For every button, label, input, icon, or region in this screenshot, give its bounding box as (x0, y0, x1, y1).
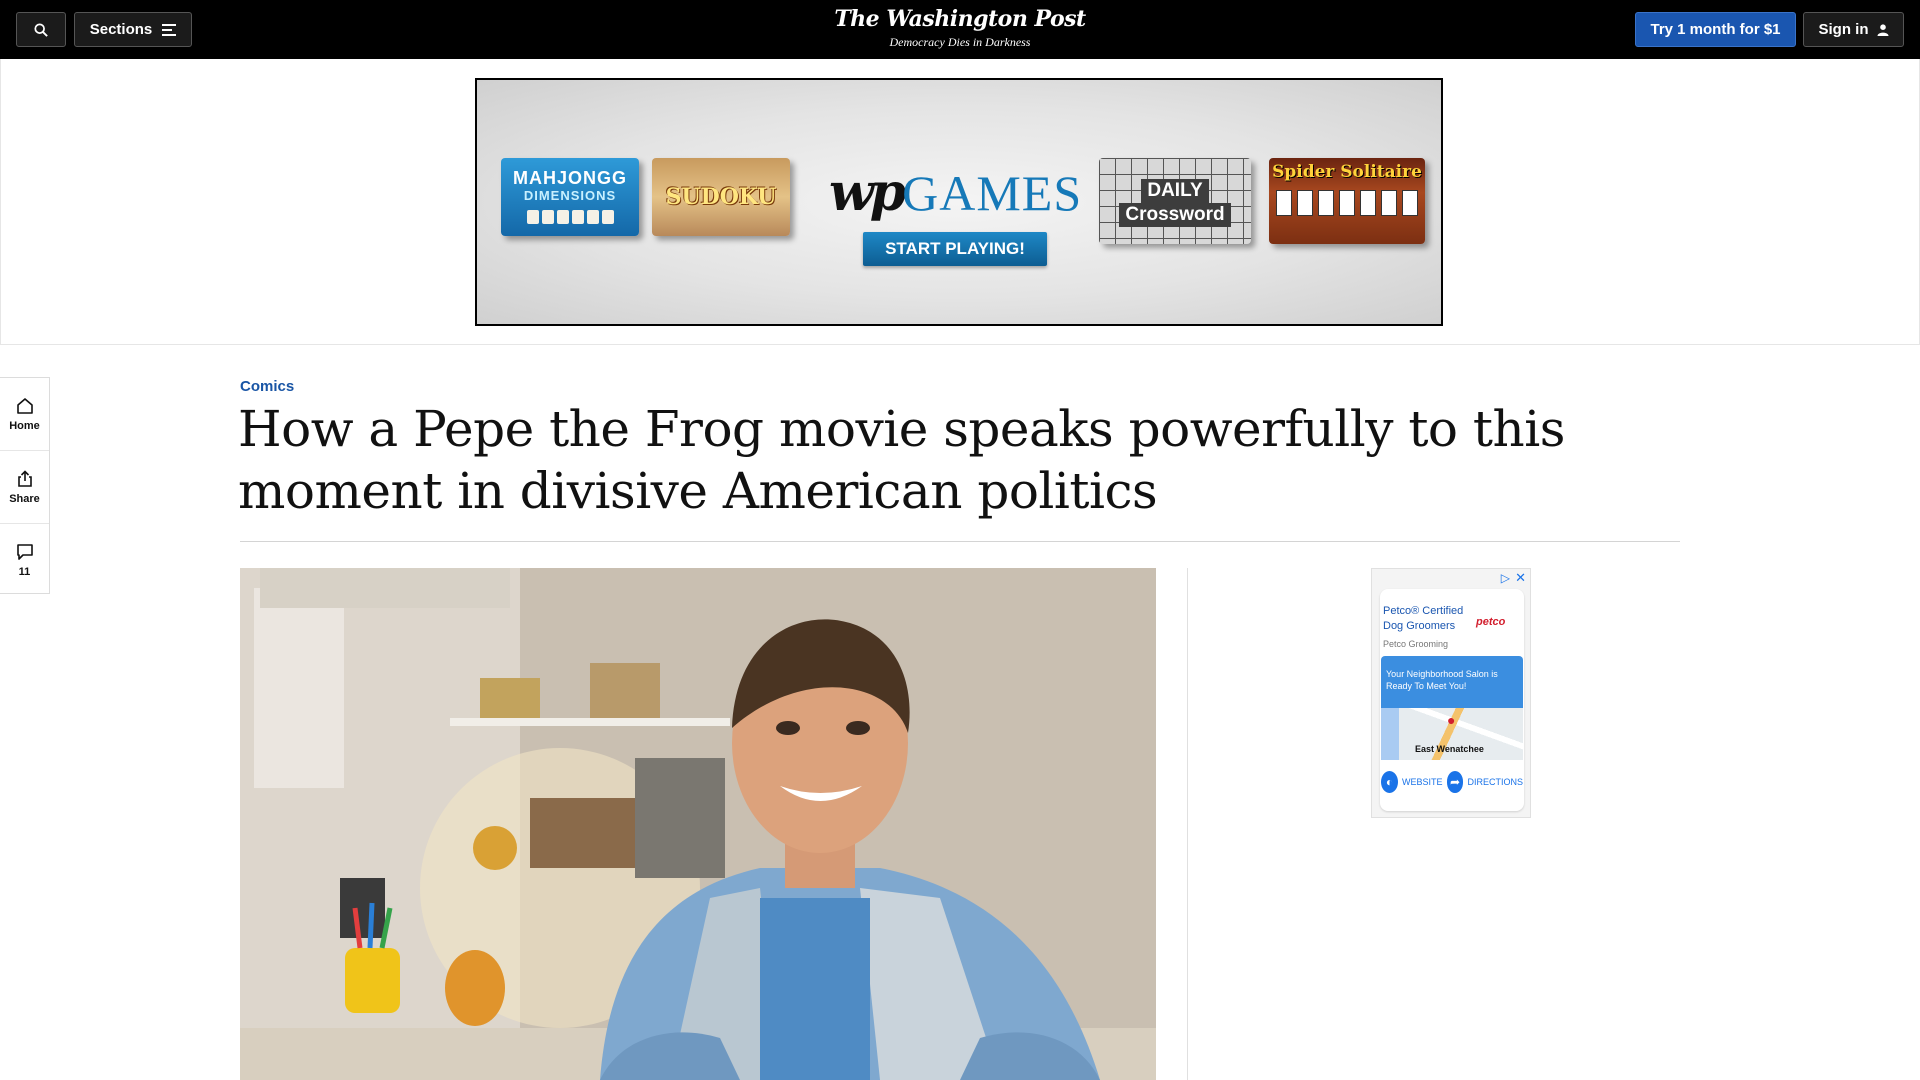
petco-ad-title[interactable]: Petco® Certified Dog Groomers (1383, 604, 1473, 634)
solitaire-cards (1276, 190, 1418, 216)
wp-monogram: wp (829, 162, 906, 223)
start-playing-button[interactable]: START PLAYING! (863, 232, 1047, 266)
website-icon[interactable]: ◐ (1381, 771, 1398, 793)
close-ad-icon[interactable]: ✕ (1515, 570, 1526, 586)
masthead[interactable]: The Washington Post Democracy Dies in Da… (810, 5, 1110, 50)
home-button[interactable]: Home (0, 378, 49, 451)
share-button[interactable]: Share (0, 451, 49, 524)
petco-ad-subtitle: Petco Grooming (1383, 639, 1449, 649)
sign-in-button[interactable]: Sign in (1803, 12, 1904, 47)
crossword-label-line2: Crossword (1119, 203, 1231, 227)
mahjongg-title: MAHJONGG (512, 168, 627, 188)
directions-link[interactable]: DIRECTIONS (1467, 777, 1523, 787)
mahjongg-subtitle: DIMENSIONS (523, 188, 617, 203)
daily-crossword-tile[interactable]: DAILY Crossword (1099, 158, 1251, 244)
search-button[interactable] (16, 12, 66, 47)
lead-photo-illustration (240, 568, 1156, 1080)
sign-in-label: Sign in (1818, 21, 1869, 38)
share-label: Share (9, 492, 40, 505)
mahjongg-pieces (526, 210, 614, 224)
masthead-tagline: Democracy Dies in Darkness (889, 35, 1031, 49)
adchoices-icon[interactable]: ▷ (1501, 571, 1510, 585)
section-kicker-link[interactable]: Comics (240, 378, 294, 395)
website-link[interactable]: WEBSITE (1402, 777, 1443, 787)
lead-photo[interactable] (240, 568, 1156, 1080)
comment-icon (16, 543, 33, 560)
wp-games-logo: wpGAMES (829, 162, 1081, 223)
wp-games-banner-ad[interactable]: MAHJONGG DIMENSIONS SUDOKU wpGAMES START… (475, 78, 1443, 326)
comments-button[interactable]: 11 (0, 524, 49, 596)
hamburger-icon (162, 23, 177, 36)
mahjongg-dimensions-tile[interactable]: MAHJONGG DIMENSIONS (501, 158, 639, 236)
left-action-rail: Home Share 11 (0, 377, 50, 594)
subscribe-button[interactable]: Try 1 month for $1 (1635, 12, 1796, 47)
spider-solitaire-title: Spider Solitaire (1272, 162, 1422, 182)
sections-label: Sections (89, 21, 153, 38)
games-wordmark: GAMES (902, 165, 1083, 221)
petco-ad-map[interactable]: ● East Wenatchee (1381, 708, 1523, 760)
map-city-label: East Wenatchee (1415, 744, 1484, 754)
share-icon (17, 469, 32, 487)
petco-sidebar-ad[interactable]: ▷ ✕ Petco® Certified Dog Groomers petco … (1371, 568, 1531, 818)
top-navigation-bar: Sections The Washington Post Democracy D… (0, 0, 1920, 59)
home-icon (16, 397, 33, 414)
washington-post-logo[interactable]: The Washington Post (810, 5, 1110, 33)
petco-ad-banner[interactable]: Your Neighborhood Salon is Ready To Meet… (1381, 656, 1523, 708)
headline-divider (240, 541, 1680, 542)
sudoku-tile[interactable]: SUDOKU (652, 158, 790, 236)
spider-solitaire-tile[interactable]: Spider Solitaire (1269, 158, 1425, 244)
comment-count: 11 (18, 565, 31, 578)
petco-ad-card[interactable]: Petco® Certified Dog Groomers petco Petc… (1380, 589, 1524, 811)
article-headline: How a Pepe the Frog movie speaks powerfu… (238, 400, 1565, 520)
crossword-label-line1: DAILY (1141, 179, 1209, 203)
petco-ad-links: ◐ WEBSITE ➦ DIRECTIONS (1381, 767, 1523, 797)
home-label: Home (9, 419, 40, 432)
petco-logo: petco (1476, 616, 1506, 628)
sections-menu-button[interactable]: Sections (74, 12, 192, 47)
search-icon (34, 22, 48, 37)
directions-icon[interactable]: ➦ (1446, 771, 1464, 793)
user-icon (1877, 23, 1888, 36)
column-divider (1187, 568, 1188, 1080)
map-pin-icon: ● (1447, 712, 1456, 728)
